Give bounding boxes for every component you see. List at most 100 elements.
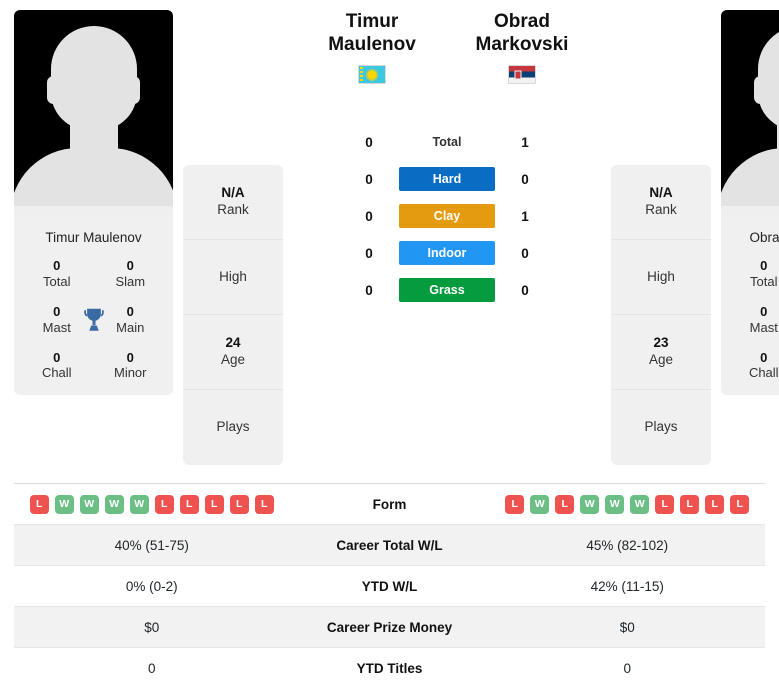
right-titles-card: Obrad Markovski 0 Total 0 Slam 0 Mast — [721, 216, 779, 396]
left-titles-minor-label: Minor — [113, 365, 147, 381]
right-titles-chall-value: 0 — [760, 349, 768, 365]
form-badge-loss[interactable]: L — [29, 494, 49, 514]
form-badge-loss[interactable]: L — [229, 494, 249, 514]
stat-label: Form — [372, 496, 407, 512]
form-badge-win[interactable]: W — [79, 494, 99, 514]
table-row: 0% (0-2) YTD W/L 42% (11-15) — [14, 565, 765, 606]
form-badge-win[interactable]: W — [580, 494, 600, 514]
form-badge-loss[interactable]: L — [204, 494, 224, 514]
flag-ornament — [360, 67, 363, 83]
left-titles-chall-label: Chall — [41, 365, 72, 381]
left-player-column: Timur Maulenov 0 Total 0 Slam 0 Mast 0 M… — [14, 10, 173, 396]
photo-footer-strip — [721, 206, 779, 216]
left-age-value: 24 — [225, 335, 241, 351]
left-info-column: N/A Rank High 24 Age Plays — [173, 165, 293, 465]
form-badge-loss[interactable]: L — [705, 494, 725, 514]
form-badge-loss[interactable]: L — [154, 494, 174, 514]
left-player-first-name: Timur — [345, 11, 399, 32]
right-player-header: Obrad Markovski — [447, 10, 597, 85]
right-info-rank: N/A Rank — [611, 165, 711, 240]
form-badge-loss[interactable]: L — [254, 494, 274, 514]
form-badge-loss[interactable]: L — [505, 494, 525, 514]
left-titles-slam: 0 Slam — [94, 258, 168, 290]
surface-badge-clay[interactable]: Clay — [399, 204, 495, 228]
h2h-left-score-clay: 0 — [365, 208, 373, 224]
table-row: 0 YTD Titles 0 — [14, 647, 765, 688]
surface-badge-grass[interactable]: Grass — [399, 278, 495, 302]
left-form-strip: LWWWWLLLLL — [14, 494, 290, 514]
form-badge-loss[interactable]: L — [680, 494, 700, 514]
right-player-first-name: Obrad — [494, 11, 550, 32]
form-badge-win[interactable]: W — [530, 494, 550, 514]
left-player-last-name: Maulenov — [328, 34, 416, 56]
left-career_total_wl: 40% (51-75) — [114, 537, 189, 553]
right-form-strip: LWLWWWLLLL — [490, 494, 766, 514]
left-titles-card: Timur Maulenov 0 Total 0 Slam 0 Mast 0 M… — [14, 216, 173, 396]
form-badge-loss[interactable]: L — [555, 494, 575, 514]
right-info-plays: Plays — [611, 390, 711, 465]
left-plays-label: Plays — [216, 419, 250, 435]
left-ytd_wl: 0% (0-2) — [125, 578, 178, 594]
table-row: L W W W W L L L L L Form L W L W W W L L L L — [14, 483, 765, 524]
surface-badge-hard[interactable]: Hard — [399, 167, 495, 191]
form-badge-win[interactable]: W — [605, 494, 625, 514]
right-age-value: 23 — [653, 335, 669, 351]
table-row: $0 Career Prize Money $0 — [14, 606, 765, 647]
h2h-right-score-clay: 1 — [521, 208, 529, 224]
surface-badge-total[interactable]: Total — [399, 130, 495, 154]
right-titles-grid: 0 Total 0 Slam 0 Mast 0 Main — [721, 258, 779, 381]
left-titles-slam-label: Slam — [115, 274, 146, 290]
right-info-age: 23 Age — [611, 315, 711, 390]
right-plays-label: Plays — [644, 419, 678, 435]
form-badge-loss[interactable]: L — [730, 494, 750, 514]
stat-label: Career Prize Money — [326, 619, 453, 635]
left-titles-chall: 0 Chall — [20, 350, 94, 382]
right-player-photo[interactable] — [721, 10, 779, 216]
flag-sun-icon — [367, 70, 377, 80]
right-titles-mast-label: Mast — [749, 319, 778, 335]
left-info-card: N/A Rank High 24 Age Plays — [183, 165, 283, 465]
h2h-left-score-grass: 0 — [365, 282, 373, 298]
right-rank-label: Rank — [645, 202, 677, 217]
left-titles-total-value: 0 — [53, 258, 61, 274]
left-form-badges: LWWWWLLLLL — [14, 494, 290, 514]
top-section: Timur Maulenov 0 Total 0 Slam 0 Mast 0 M… — [0, 0, 779, 465]
right-career_prize_money: $0 — [619, 619, 635, 635]
stat-label: Career Total W/L — [336, 537, 443, 553]
head-to-head-section: Timur Maulenov Obrad Markovski 0 Total 1 0 H… — [293, 10, 601, 302]
right-titles-total: 0 Total — [727, 258, 779, 290]
right-titles-chall: 0 Chall — [727, 350, 779, 382]
form-badge-win[interactable]: W — [54, 494, 74, 514]
serbia-flag-icon — [508, 65, 536, 85]
stat-label: YTD W/L — [361, 578, 418, 594]
h2h-row-hard: 0 Hard 0 — [297, 167, 597, 191]
surface-badge-indoor[interactable]: Indoor — [399, 241, 495, 265]
left-titles-slam-value: 0 — [126, 258, 134, 274]
form-badge-loss[interactable]: L — [655, 494, 675, 514]
right-titles-chall-label: Chall — [748, 365, 779, 381]
right-titles-total-label: Total — [750, 274, 778, 290]
left-info-age: 24 Age — [183, 315, 283, 390]
left-titles-minor: 0 Minor — [94, 350, 168, 382]
right-player-column: Obrad Markovski 0 Total 0 Slam 0 Mast — [721, 10, 779, 396]
form-badge-loss[interactable]: L — [179, 494, 199, 514]
h2h-left-score-total: 0 — [365, 134, 373, 150]
stats-comparison-table: L W W W W L L L L L Form L W L W W W L L L L 40% (51-75) Caree… — [0, 465, 779, 688]
left-player-photo[interactable] — [14, 10, 173, 216]
avatar-ear-left-icon — [754, 76, 767, 104]
trophy-icon — [77, 303, 111, 337]
photo-footer-strip — [14, 206, 173, 216]
h2h-right-score-indoor: 0 — [521, 245, 529, 261]
form-badge-win[interactable]: W — [104, 494, 124, 514]
left-titles-chall-value: 0 — [53, 349, 61, 365]
avatar-ear-left-icon — [47, 76, 60, 104]
left-info-plays: Plays — [183, 390, 283, 465]
form-badge-win[interactable]: W — [129, 494, 149, 514]
left-high-label: High — [219, 268, 247, 284]
h2h-row-clay: 0 Clay 1 — [297, 204, 597, 228]
player-comparison-page: Timur Maulenov 0 Total 0 Slam 0 Mast 0 M… — [0, 0, 779, 699]
left-ytd_titles: 0 — [147, 660, 156, 676]
right-player-name-label: Obrad Markovski — [749, 230, 779, 245]
form-badge-win[interactable]: W — [630, 494, 650, 514]
left-player-name-label: Timur Maulenov — [45, 230, 142, 245]
